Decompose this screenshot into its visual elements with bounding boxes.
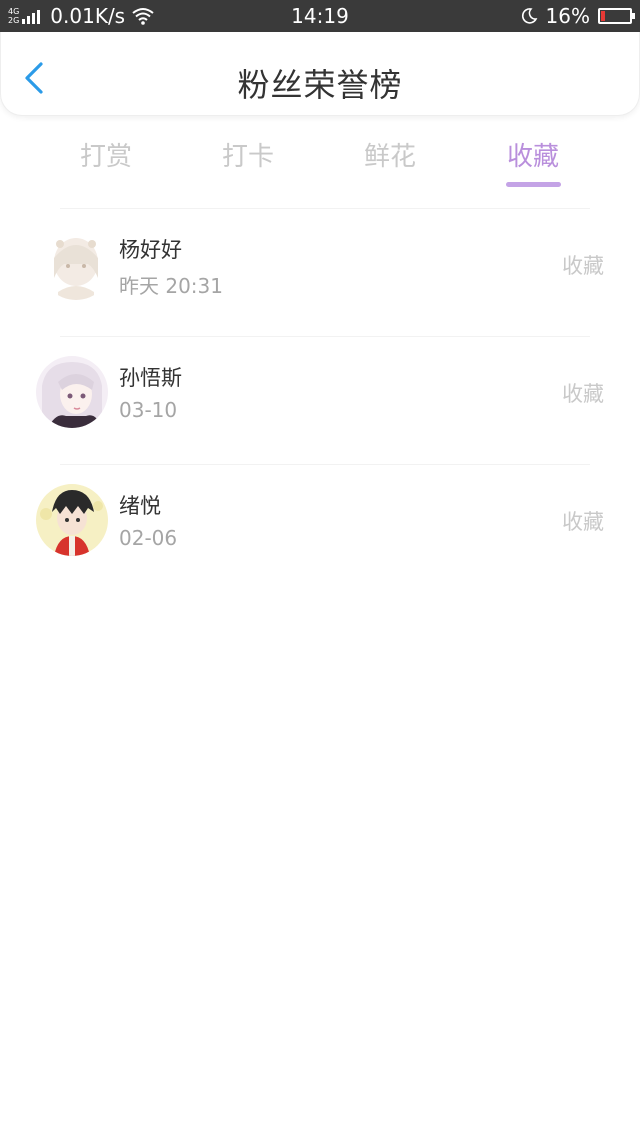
status-bar: 4G 2G 0.01K/s 14:19 16% (0, 0, 640, 32)
avatar-image (36, 484, 108, 556)
avatar-image (36, 356, 108, 428)
fan-action-label: 收藏 (562, 254, 604, 278)
tab-favorites-label: 收藏 (506, 142, 559, 172)
battery-icon (598, 8, 635, 24)
avatar[interactable] (36, 356, 108, 428)
tab-active-indicator (506, 182, 561, 187)
tab-reward[interactable]: 打赏 (35, 130, 177, 173)
fan-time: 02-06 (119, 526, 178, 550)
list-item[interactable]: 绪悦 02-06 收藏 (0, 464, 640, 592)
page-title: 粉丝荣誉榜 (237, 66, 403, 104)
fan-action-label: 收藏 (562, 510, 604, 534)
status-right: 16% (520, 0, 635, 32)
tab-checkin[interactable]: 打卡 (177, 130, 319, 173)
fan-time: 03-10 (119, 398, 178, 422)
moon-icon (521, 8, 537, 24)
tab-reward-label: 打赏 (79, 142, 132, 172)
list-item[interactable]: 杨好好 昨天 20:31 收藏 (0, 208, 640, 336)
tab-bar: 打赏 打卡 鲜花 收藏 (0, 130, 640, 190)
tab-favorites[interactable]: 收藏 (462, 130, 604, 173)
battery-percent: 16% (545, 4, 590, 28)
list-item[interactable]: 孙悟斯 03-10 收藏 (0, 336, 640, 464)
avatar-image (40, 228, 112, 300)
avatar[interactable] (40, 228, 112, 300)
battery-fill (601, 11, 605, 21)
fan-time: 昨天 20:31 (119, 274, 223, 298)
fan-name: 杨好好 (119, 238, 182, 262)
fan-name: 孙悟斯 (119, 366, 182, 390)
fan-action-label: 收藏 (562, 382, 604, 406)
tab-flowers-label: 鲜花 (363, 142, 416, 172)
header: 粉丝荣誉榜 (0, 32, 640, 116)
tab-flowers[interactable]: 鲜花 (319, 130, 461, 173)
fan-name: 绪悦 (119, 494, 161, 518)
tab-checkin-label: 打卡 (221, 142, 274, 172)
avatar[interactable] (36, 484, 108, 556)
